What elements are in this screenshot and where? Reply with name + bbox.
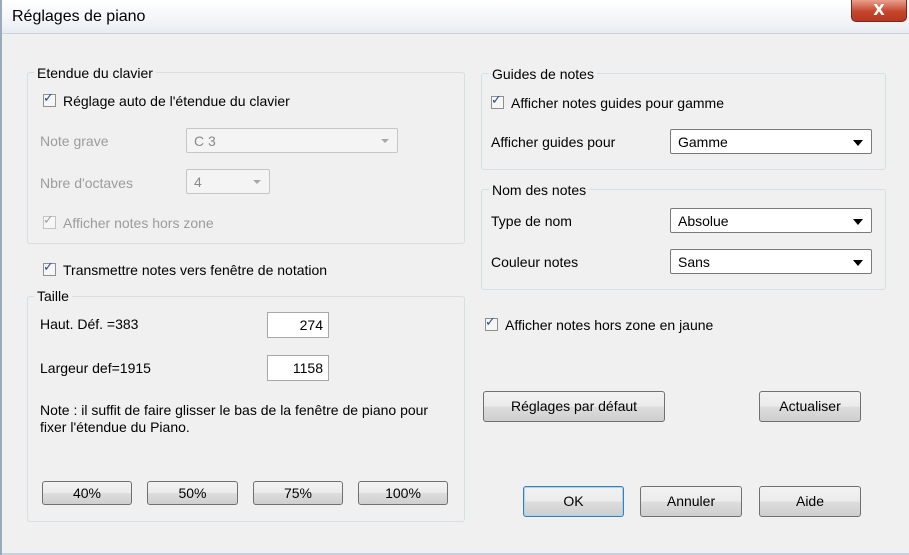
chevron-down-icon bbox=[853, 140, 863, 146]
note-guides-legend: Guides de notes bbox=[489, 66, 597, 82]
name-type-select[interactable]: Absolue bbox=[670, 208, 872, 233]
keyboard-range-legend: Etendue du clavier bbox=[34, 65, 156, 81]
octaves-value: 4 bbox=[194, 174, 202, 190]
title-bar[interactable]: Réglages de piano X bbox=[2, 0, 909, 34]
cancel-button[interactable]: Annuler bbox=[640, 486, 742, 517]
note-guides-group bbox=[481, 73, 886, 170]
auto-range-checkbox[interactable]: ✓ bbox=[43, 91, 56, 107]
close-button[interactable]: X bbox=[851, 0, 907, 22]
close-icon: X bbox=[873, 1, 885, 19]
ok-button[interactable]: OK bbox=[523, 486, 624, 517]
yellow-out-of-range-label: Afficher notes hors zone en jaune bbox=[505, 317, 714, 333]
check-mark-icon: ✓ bbox=[491, 93, 502, 108]
name-type-value: Absolue bbox=[678, 213, 729, 229]
show-scale-guides-checkbox[interactable]: ✓ bbox=[491, 93, 504, 109]
show-scale-guides-label: Afficher notes guides pour gamme bbox=[511, 95, 724, 111]
size-75-button[interactable]: 75% bbox=[253, 481, 343, 505]
show-out-of-range-checkbox[interactable]: ✓ bbox=[43, 213, 56, 229]
size-40-button[interactable]: 40% bbox=[42, 481, 132, 505]
chevron-down-icon bbox=[381, 139, 389, 143]
check-mark-icon: ✓ bbox=[43, 91, 54, 106]
send-to-notation-checkbox[interactable]: ✓ bbox=[43, 260, 56, 276]
name-type-label: Type de nom bbox=[491, 213, 572, 229]
yellow-out-of-range-checkbox[interactable]: ✓ bbox=[485, 315, 498, 331]
low-note-select[interactable]: C 3 bbox=[186, 128, 398, 153]
guides-for-value: Gamme bbox=[678, 134, 728, 150]
send-to-notation-label: Transmettre notes vers fenêtre de notati… bbox=[63, 262, 328, 278]
refresh-button[interactable]: Actualiser bbox=[759, 391, 861, 422]
low-note-label: Note grave bbox=[40, 133, 109, 149]
size-note: Note : il suffit de faire glisser le bas… bbox=[40, 402, 429, 435]
chevron-down-icon bbox=[253, 180, 261, 184]
width-label: Largeur def=1915 bbox=[40, 360, 151, 376]
auto-range-label: Réglage auto de l'étendue du clavier bbox=[63, 93, 290, 109]
chevron-down-icon bbox=[853, 219, 863, 225]
height-value: 274 bbox=[299, 317, 323, 333]
note-names-group bbox=[481, 189, 886, 290]
width-input[interactable]: 1158 bbox=[267, 355, 329, 381]
show-out-of-range-label: Afficher notes hors zone bbox=[63, 215, 214, 231]
guides-for-select[interactable]: Gamme bbox=[670, 129, 872, 154]
help-button[interactable]: Aide bbox=[759, 486, 861, 517]
note-color-select[interactable]: Sans bbox=[670, 249, 872, 274]
check-mark-icon: ✓ bbox=[485, 315, 496, 330]
check-mark-icon: ✓ bbox=[43, 260, 54, 275]
height-input[interactable]: 274 bbox=[267, 312, 329, 338]
height-label: Haut. Déf. =383 bbox=[40, 316, 139, 332]
width-value: 1158 bbox=[292, 360, 323, 376]
size-legend: Taille bbox=[34, 288, 72, 304]
defaults-button[interactable]: Réglages par défaut bbox=[483, 391, 665, 422]
chevron-down-icon bbox=[853, 260, 863, 266]
dialog-window: Réglages de piano X Etendue du clavier ✓… bbox=[0, 0, 909, 555]
octaves-label: Nbre d'octaves bbox=[40, 175, 133, 191]
size-50-button[interactable]: 50% bbox=[147, 481, 238, 505]
check-mark-icon: ✓ bbox=[43, 213, 54, 228]
note-names-legend: Nom des notes bbox=[489, 182, 590, 198]
octaves-select[interactable]: 4 bbox=[186, 169, 270, 194]
low-note-value: C 3 bbox=[194, 133, 216, 149]
window-title: Réglages de piano bbox=[12, 8, 146, 25]
guides-for-label: Afficher guides pour bbox=[491, 134, 616, 150]
note-color-value: Sans bbox=[678, 254, 710, 270]
size-100-button[interactable]: 100% bbox=[358, 481, 448, 505]
note-color-label: Couleur notes bbox=[491, 254, 579, 270]
